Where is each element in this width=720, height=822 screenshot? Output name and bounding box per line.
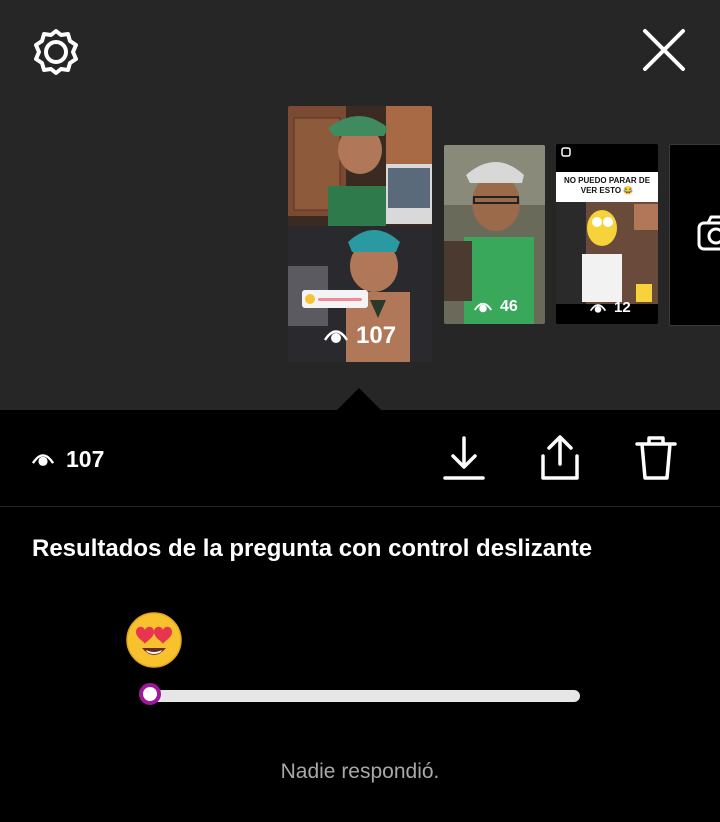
share-button[interactable] — [537, 432, 583, 484]
settings-button[interactable] — [30, 26, 82, 78]
story-view-count: 12 — [590, 299, 631, 316]
delete-button[interactable] — [633, 432, 679, 484]
story-view-count: 107 — [324, 322, 396, 350]
gear-icon — [34, 29, 78, 75]
story-photo — [556, 144, 658, 324]
story-action-bar: 107 — [0, 410, 720, 507]
download-icon — [443, 436, 485, 480]
slider-results-title: Resultados de la pregunta con control de… — [32, 535, 593, 562]
close-icon — [643, 29, 685, 71]
story-carousel-area: 107 46 NO PUEDO PARAR DE VER ESTO 😂 12 — [0, 0, 720, 410]
eye-icon — [474, 302, 492, 313]
story-thumbnail[interactable]: 46 — [444, 145, 545, 324]
story-thumbnail[interactable]: NO PUEDO PARAR DE VER ESTO 😂 12 — [556, 144, 658, 324]
total-view-count[interactable]: 107 — [32, 446, 104, 473]
heart-eyes-emoji-icon — [126, 612, 182, 668]
share-icon — [541, 435, 579, 480]
eye-icon — [32, 454, 54, 466]
story-view-count: 46 — [474, 298, 518, 316]
eye-icon — [324, 330, 348, 343]
story-view-count-label: 12 — [614, 299, 631, 316]
eye-icon — [590, 303, 606, 313]
meme-caption: NO PUEDO PARAR DE VER ESTO 😂 — [563, 176, 651, 195]
no-responses-message: Nadie respondió. — [280, 760, 440, 783]
slider-average-marker — [139, 683, 161, 705]
total-view-count-label: 107 — [66, 446, 105, 472]
camera-icon — [697, 215, 720, 251]
trash-icon — [635, 436, 677, 480]
selection-pointer — [337, 388, 381, 410]
add-story-thumbnail[interactable] — [669, 144, 720, 326]
download-button[interactable] — [441, 432, 487, 484]
slider-track — [150, 690, 580, 702]
story-view-count-label: 107 — [356, 322, 397, 349]
close-button[interactable] — [640, 26, 688, 74]
story-view-count-label: 46 — [500, 298, 518, 315]
story-thumbnail-selected[interactable]: 107 — [288, 106, 432, 362]
